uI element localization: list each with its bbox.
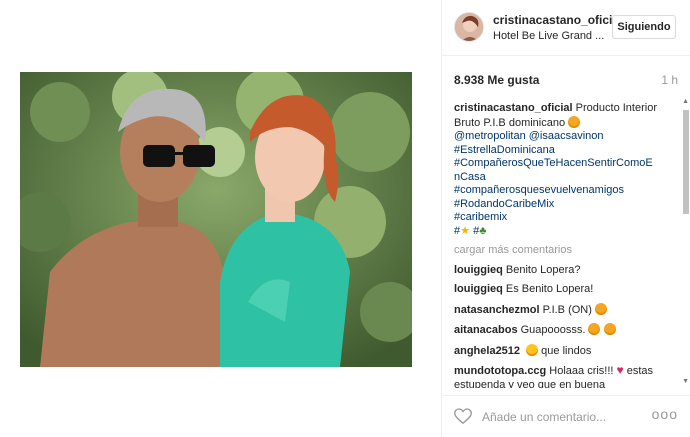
comment-username[interactable]: mundototopa.ccg: [454, 365, 546, 377]
comment-item: natasanchezmol P.I.B (ON): [454, 302, 680, 318]
caption-mentions[interactable]: @metropolitan @isaacsavinon: [454, 130, 680, 144]
add-comment-input[interactable]: [482, 408, 632, 426]
palm-tree-emoji-icon: ♣: [479, 224, 487, 237]
star-emoji-icon: ★: [460, 224, 470, 237]
post-author-username[interactable]: cristinacastano_ofici...: [493, 13, 622, 27]
comment-text: que lindos: [541, 344, 592, 357]
grinning-emoji-icon: [526, 343, 539, 356]
post-details-pane: cristinacastano_ofici... Hotel Be Live G…: [442, 0, 690, 437]
comment-footer: ooo: [442, 395, 690, 437]
comment-text: Holaaa cris!!!: [549, 365, 614, 377]
comment-text: Es Benito Lopera!: [505, 283, 594, 295]
likes-row: 8.938 Me gusta 1 h: [454, 73, 678, 89]
comment-username[interactable]: anghela2512: [454, 345, 520, 357]
post-caption: cristinacastano_oficial Producto Interio…: [454, 102, 680, 238]
blush-emoji-icon: [588, 323, 601, 335]
comment-username[interactable]: aitanacabos: [454, 324, 518, 336]
hashtag-link[interactable]: #CompañerosQueTeHacenSentirComoE: [454, 157, 680, 171]
comments-scrollbar-thumb[interactable]: [683, 110, 689, 214]
comment-text: Guapooosss.: [520, 324, 586, 336]
following-button[interactable]: Siguiendo: [612, 15, 676, 39]
post-timestamp[interactable]: 1 h: [661, 73, 678, 87]
post-photo-image: [20, 72, 412, 367]
comment-item: louiggieq Benito Lopera?: [454, 264, 680, 278]
post-header: cristinacastano_ofici... Hotel Be Live G…: [442, 0, 690, 56]
like-heart-icon[interactable]: [454, 408, 472, 425]
scroll-up-arrow-icon[interactable]: ▲: [682, 98, 689, 105]
post-location[interactable]: Hotel Be Live Grand ...: [493, 30, 604, 42]
more-options-icon[interactable]: ooo: [652, 406, 678, 422]
hashtag-link[interactable]: #compañerosquesevuelvenamigos: [454, 184, 680, 198]
hashtag-link[interactable]: #EstrellaDominicana: [454, 144, 680, 158]
comment-username[interactable]: natasanchezmol: [454, 304, 540, 316]
comment-username[interactable]: louiggieq: [454, 283, 503, 295]
post-photo[interactable]: [20, 72, 412, 367]
avatar-image: [455, 13, 483, 41]
comments-list: cristinacastano_oficial Producto Interio…: [454, 102, 680, 388]
comment-text: Benito Lopera?: [505, 263, 581, 276]
hashtag-link[interactable]: #caribemix: [454, 211, 680, 225]
hashtag-link[interactable]: nCasa: [454, 171, 680, 185]
post-media-area: [0, 0, 441, 437]
comment-item: louiggieq Es Benito Lopera!: [454, 283, 680, 297]
scroll-down-arrow-icon[interactable]: ▼: [682, 378, 689, 385]
load-more-comments-link[interactable]: cargar más comentarios: [454, 244, 680, 258]
open-mouth-emoji-icon: [568, 115, 581, 128]
comment-text: P.I.B (ON): [542, 303, 592, 316]
likes-count[interactable]: 8.938 Me gusta: [454, 73, 539, 87]
open-mouth-emoji-icon: [594, 302, 607, 315]
avatar[interactable]: [454, 12, 484, 42]
heart-emoji-icon: ♥: [616, 363, 624, 377]
hashtag-link[interactable]: #RodandoCaribeMix: [454, 198, 680, 212]
blush-emoji-icon: [603, 323, 616, 335]
comment-item: anghela2512 que lindos: [454, 343, 680, 359]
comment-item: mundototopa.ccg Holaaa cris!!! ♥ estas es…: [454, 363, 680, 388]
caption-username[interactable]: cristinacastano_oficial: [454, 102, 573, 114]
hashtag-emoji-row: #★ #♣: [454, 225, 486, 237]
comment-username[interactable]: louiggieq: [454, 264, 503, 276]
comment-item: aitanacabos Guapooosss.: [454, 323, 680, 338]
